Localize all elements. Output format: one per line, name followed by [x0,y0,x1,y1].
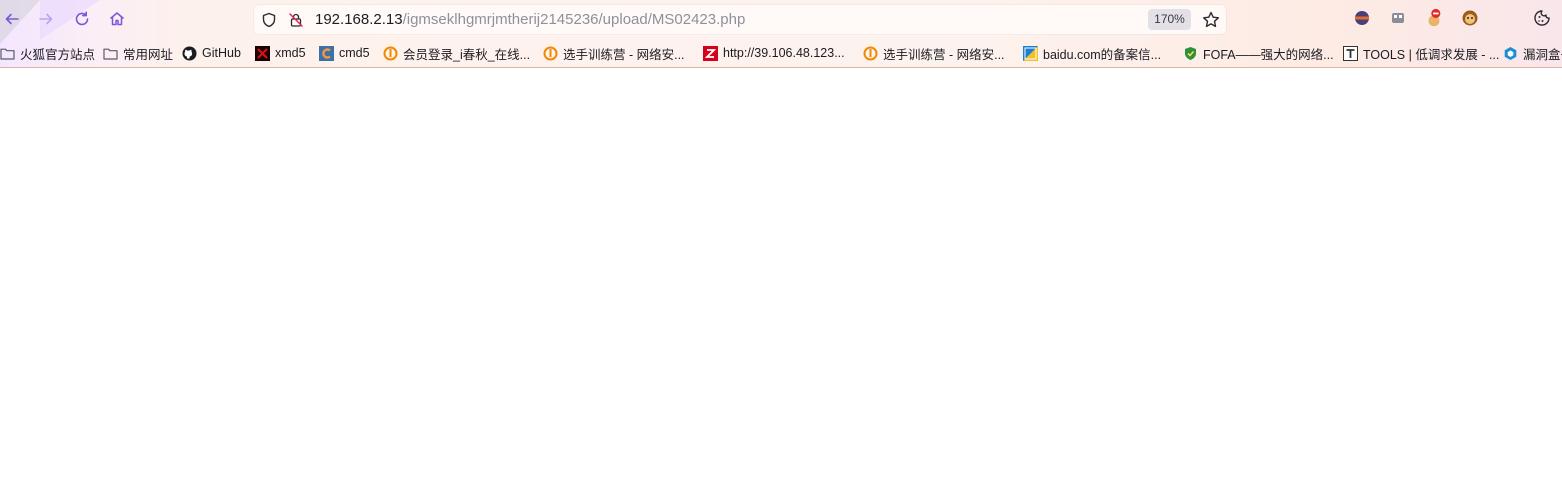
bookmark-label: xmd5 [275,46,306,60]
reload-icon [75,11,89,26]
bookmark-item[interactable]: 选手训练营 - 网络安... [863,44,1005,62]
bookmark-label: 选手训练营 - 网络安... [563,47,685,62]
bookmark-label: 漏洞盒子 [1523,47,1562,62]
bookmark-star-button[interactable] [1201,10,1221,35]
z-icon [703,45,718,61]
xmd5-icon [255,45,270,61]
cookie-icon [1534,10,1550,26]
url-host: 192.168.2.13 [315,11,403,28]
bookmark-item[interactable]: http://39.106.48.123... [703,44,845,62]
url-bar[interactable]: 192.168.2.13/igmseklhgmrjmtherij2145236/… [254,5,1226,34]
bookmark-label: baidu.com的备案信... [1043,47,1162,62]
bookmark-item[interactable]: 会员登录_i春秋_在线... [383,44,530,62]
bookmark-item[interactable]: cmd5 [319,44,370,62]
home-button[interactable] [105,8,129,30]
extension-monkey-icon [1462,10,1478,26]
bookmark-label: 火狐官方站点 [20,47,96,62]
extension-container-button[interactable] [1388,8,1408,28]
extension-orb-button[interactable] [1352,8,1372,28]
extension-container-icon [1392,13,1404,23]
fofa-icon [1183,46,1198,61]
extension-badge-button[interactable] [1424,8,1444,28]
bookmark-label: http://39.106.48.123... [723,46,845,60]
bookmark-item[interactable]: FOFA——强大的网络... [1183,44,1334,62]
home-icon [110,12,124,26]
bookmark-label: 会员登录_i春秋_在线... [403,47,531,62]
bookmark-item[interactable]: GitHub [182,44,241,62]
bookmark-label: TOOLS | 低调求发展 - ... [1363,47,1500,62]
ichunqiu-icon [863,46,878,61]
cookie-button[interactable] [1532,8,1552,28]
extension-monkey-button[interactable] [1460,8,1480,28]
ichunqiu-icon [383,46,398,61]
bookmark-item[interactable]: xmd5 [255,44,306,62]
hexagon-icon [1503,46,1518,61]
extension-badge-icon [1428,8,1441,27]
tracking-protection-shield-icon[interactable] [260,11,278,29]
bookmark-item[interactable]: baidu.com的备案信... [1023,44,1161,62]
extension-orb-icon [1355,11,1369,25]
browser-toolbar: 192.168.2.13/igmseklhgmrjmtherij2145236/… [0,0,1562,68]
beian-icon [1023,45,1038,61]
bookmark-label: 选手训练营 - 网络安... [883,47,1005,62]
bookmark-label: GitHub [202,46,241,60]
tools-icon [1343,45,1358,61]
folder-icon [103,46,118,61]
folder-icon [0,46,15,61]
bookmark-label: cmd5 [339,46,370,60]
page-content [0,68,1562,478]
back-button[interactable] [0,8,24,30]
github-icon [182,46,197,61]
url-text[interactable]: 192.168.2.13/igmseklhgmrjmtherij2145236/… [315,10,745,29]
star-icon [1203,11,1219,28]
arrow-right-icon [39,13,53,25]
bookmark-item[interactable]: 漏洞盒子 [1503,44,1562,62]
zoom-level-badge[interactable]: 170% [1148,9,1191,30]
reload-button[interactable] [70,8,94,30]
bookmarks-toolbar: 火狐官方站点 常用网址 GitHub xmd5 cmd5 会员登录_i春秋_在线… [0,42,1562,64]
bookmark-label: 常用网址 [123,47,174,62]
arrow-left-icon [5,13,19,25]
forward-button[interactable] [34,8,58,30]
cmd5-icon [319,45,334,61]
insecure-lock-icon[interactable] [287,11,305,29]
bookmark-item[interactable]: TOOLS | 低调求发展 - ... [1343,44,1499,62]
bookmark-label: FOFA——强大的网络... [1203,47,1334,62]
bookmark-item[interactable]: 常用网址 [103,44,173,62]
bookmark-item[interactable]: 火狐官方站点 [0,44,95,62]
ichunqiu-icon [543,46,558,61]
url-path: /igmseklhgmrjmtherij2145236/upload/MS024… [402,11,746,28]
bookmark-item[interactable]: 选手训练营 - 网络安... [543,44,685,62]
